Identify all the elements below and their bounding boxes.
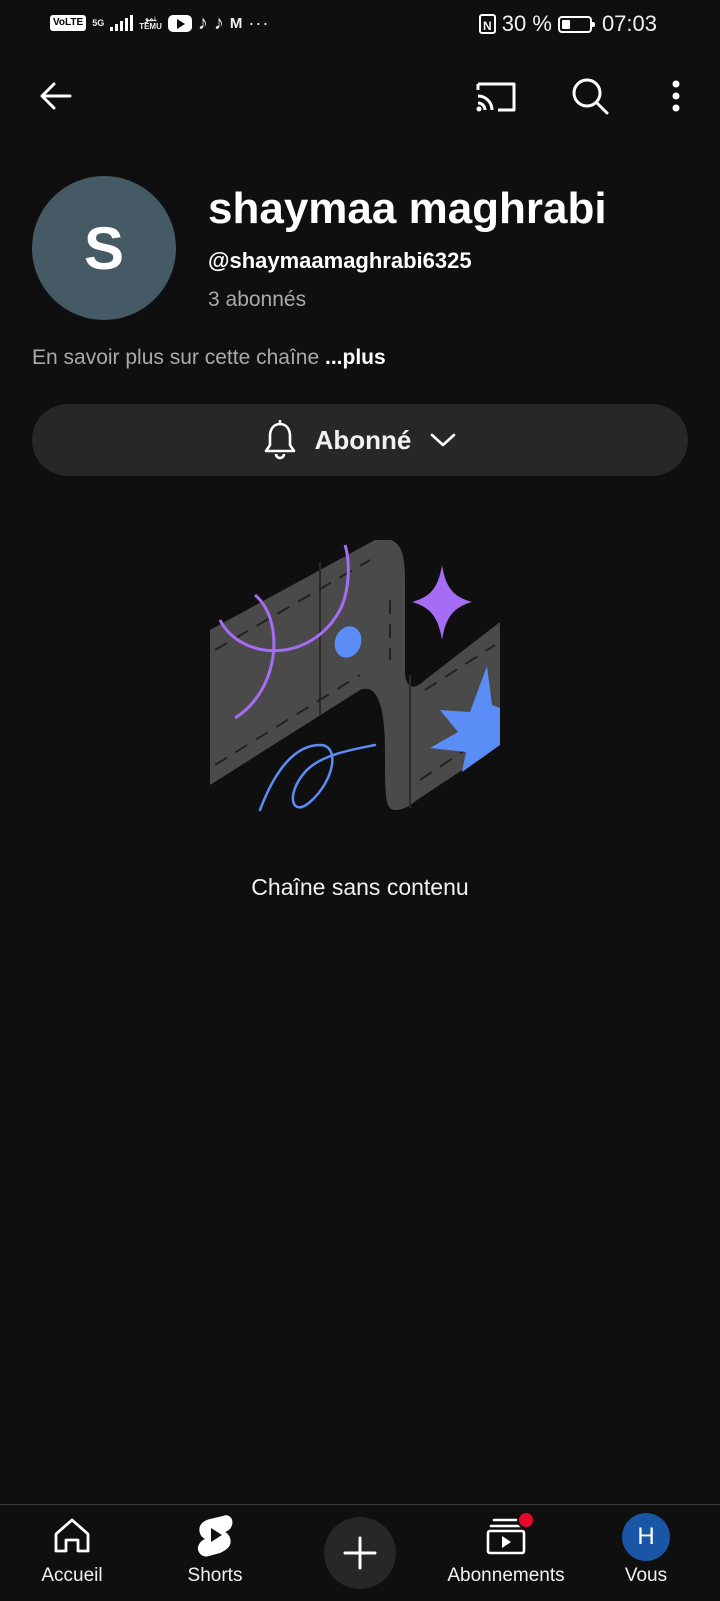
bell-icon: [264, 420, 295, 460]
empty-channel-illustration: [210, 540, 500, 812]
battery-percent: 30 %: [501, 11, 552, 36]
channel-avatar[interactable]: S: [32, 176, 176, 320]
cast-button[interactable]: [468, 68, 524, 124]
more-options-button[interactable]: [648, 68, 704, 124]
arrow-left-icon: [40, 82, 72, 110]
subscriber-count: 3 abonnés: [208, 288, 307, 311]
status-left: VoLTE 5G ﻨﻤﻮ TEMU ♪ ♪ M ···: [50, 13, 269, 33]
channel-handle: @shaymaamaghrabi6325: [208, 248, 472, 273]
nav-subscriptions-label: Abonnements: [447, 1565, 565, 1586]
youtube-notification-icon: [167, 14, 192, 32]
back-button[interactable]: [28, 68, 84, 124]
nav-you[interactable]: H Vous: [604, 1505, 688, 1601]
nav-subscriptions[interactable]: Abonnements: [434, 1505, 578, 1601]
tiktok-icon: ♪: [213, 12, 224, 34]
more-notifications-icon: ···: [248, 13, 270, 33]
nav-home-label: Accueil: [41, 1565, 103, 1586]
home-icon: [54, 1518, 90, 1553]
network-type: 5G: [92, 17, 105, 28]
top-toolbar: [0, 68, 720, 128]
subscribed-button[interactable]: Abonné: [32, 404, 688, 476]
clock: 07:03: [601, 11, 657, 36]
search-icon: [572, 78, 609, 115]
search-button[interactable]: [562, 68, 618, 124]
volte-icon: VoLTE: [50, 15, 87, 31]
tiktok-icon: ♪: [197, 12, 208, 34]
nfc-icon: N: [478, 14, 496, 34]
status-right: N 30 % 07:03: [478, 11, 657, 37]
channel-name: shaymaa maghrabi: [208, 184, 607, 233]
temu-icon: ﻨﻤﻮ TEMU: [139, 14, 162, 31]
plus-icon: [343, 1536, 377, 1570]
status-bar: VoLTE 5G ﻨﻤﻮ TEMU ♪ ♪ M ··· N 30 % 07:03: [0, 0, 720, 50]
channel-about-link[interactable]: En savoir plus sur cette chaîne ...plus: [32, 346, 386, 370]
nav-you-label: Vous: [624, 1565, 668, 1586]
shorts-icon: [197, 1515, 233, 1557]
subscribed-label: Abonné: [314, 424, 412, 455]
app-notification-icon: M: [229, 14, 243, 32]
nav-home[interactable]: Accueil: [30, 1505, 114, 1601]
cast-icon: [476, 82, 516, 112]
battery-icon: [557, 15, 595, 33]
nav-shorts[interactable]: Shorts: [172, 1505, 258, 1601]
bottom-navigation: Accueil Shorts Abonnements H Vous: [0, 1504, 720, 1601]
about-text: En savoir plus sur cette chaîne: [32, 346, 320, 369]
chevron-down-icon: [431, 433, 456, 447]
about-more-link[interactable]: ...plus: [325, 346, 386, 369]
account-avatar: H: [622, 1513, 670, 1561]
nav-shorts-label: Shorts: [187, 1565, 243, 1586]
create-button[interactable]: [324, 1517, 396, 1589]
signal-icon: [110, 15, 134, 31]
more-vertical-icon: [672, 80, 680, 112]
notification-dot: [517, 1511, 535, 1529]
empty-state-message: Chaîne sans contenu: [251, 874, 469, 900]
